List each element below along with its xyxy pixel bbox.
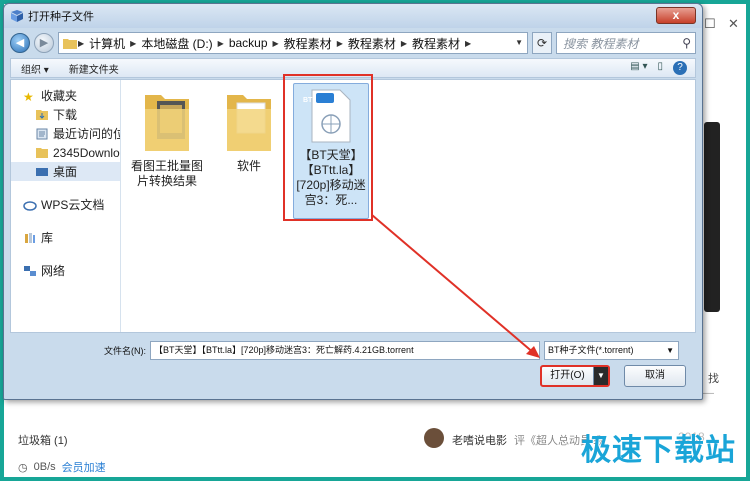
annotation-arrow <box>371 214 540 358</box>
